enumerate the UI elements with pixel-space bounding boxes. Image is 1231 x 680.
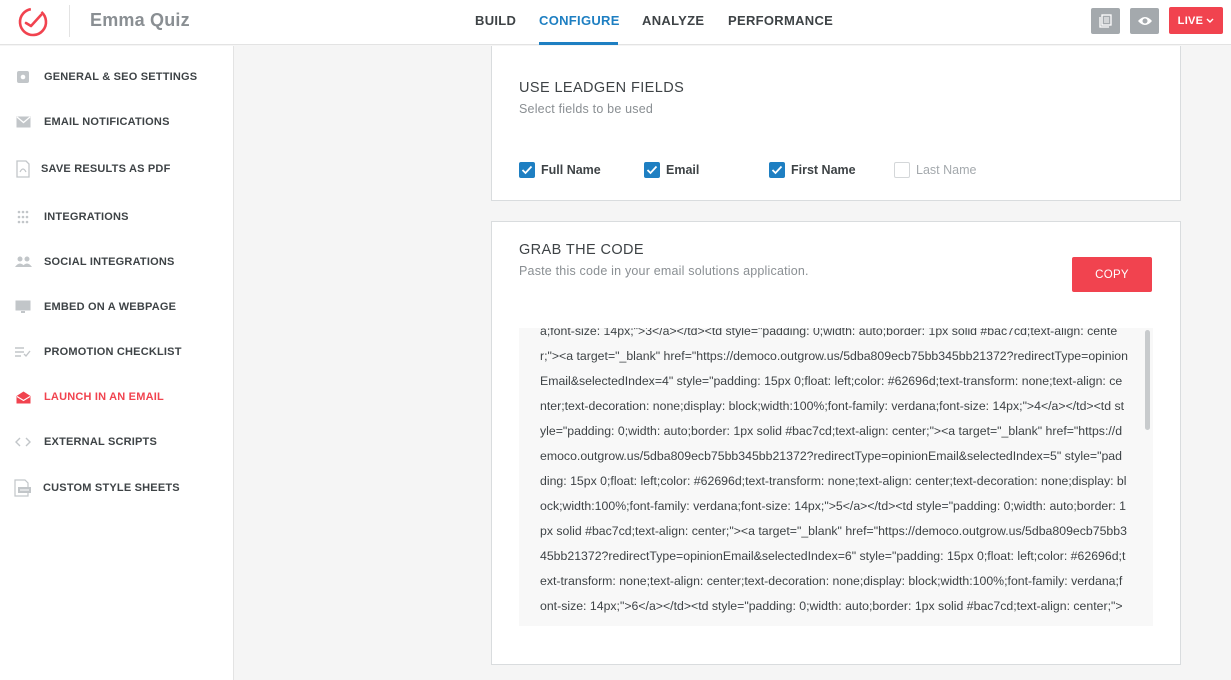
checkbox-unchecked-icon [894,162,910,178]
sidebar-item-label: SOCIAL INTEGRATIONS [44,256,175,268]
envelope-icon [14,113,32,131]
preview-button[interactable] [1130,8,1159,34]
leadgen-fields-card: USE LEADGEN FIELDS Select fields to be u… [491,46,1181,201]
sidebar-item-custom-style-sheets[interactable]: CUSTOM STYLE SHEETS [0,468,233,508]
checkbox-full-name[interactable]: Full Name [519,162,601,178]
sidebar-item-general-seo[interactable]: GENERAL & SEO SETTINGS [0,57,233,97]
grid-dots-icon [14,208,32,226]
people-icon [14,253,32,271]
leadgen-subtitle: Select fields to be used [519,102,654,116]
sidebar-item-label: GENERAL & SEO SETTINGS [44,71,198,83]
outgrow-logo-icon[interactable] [17,5,49,37]
checkbox-checked-icon [769,162,785,178]
checkbox-first-name[interactable]: First Name [769,162,856,178]
sidebar-item-email-notifications[interactable]: EMAIL NOTIFICATIONS [0,102,233,142]
sidebar-item-label: EXTERNAL SCRIPTS [44,436,158,448]
chevron-down-icon [1206,18,1214,23]
pdf-icon [14,160,32,178]
sidebar-item-label: PROMOTION CHECKLIST [44,346,182,358]
checkbox-last-name[interactable]: Last Name [894,162,976,178]
checkbox-label: Email [666,163,700,177]
code-snippet: a;font-size: 14px;">3</a></td><td style=… [540,328,1128,626]
active-tab-indicator [539,42,618,45]
sidebar-item-promotion-checklist[interactable]: PROMOTION CHECKLIST [0,332,233,372]
tab-build[interactable]: BUILD [475,13,516,28]
sidebar: GENERAL & SEO SETTINGS EMAIL NOTIFICATIO… [0,46,234,680]
sidebar-item-label: LAUNCH IN AN EMAIL [44,391,164,403]
checkbox-checked-icon [519,162,535,178]
code-subtitle: Paste this code in your email solutions … [519,264,809,278]
grab-code-card: GRAB THE CODE Paste this code in your em… [491,221,1181,665]
open-envelope-icon [14,388,32,406]
sidebar-item-embed-webpage[interactable]: EMBED ON A WEBPAGE [0,287,233,327]
sidebar-item-social-integrations[interactable]: SOCIAL INTEGRATIONS [0,242,233,282]
app-title: Emma Quiz [90,10,190,30]
sidebar-item-integrations[interactable]: INTEGRATIONS [0,197,233,237]
css-file-icon [14,479,32,497]
code-snippet-box[interactable]: a;font-size: 14px;">3</a></td><td style=… [519,328,1153,626]
checkbox-checked-icon [644,162,660,178]
sidebar-item-label: CUSTOM STYLE SHEETS [43,482,180,494]
pages-button[interactable] [1091,8,1120,34]
tab-performance[interactable]: PERFORMANCE [728,13,833,28]
sidebar-item-label: EMBED ON A WEBPAGE [44,301,177,313]
code-scrollbar[interactable] [1145,330,1150,430]
live-label: LIVE [1177,14,1204,27]
settings-icon [14,68,32,86]
sidebar-item-save-pdf[interactable]: SAVE RESULTS AS PDF [0,149,233,189]
code-icon [14,433,32,451]
pages-icon [1098,14,1112,28]
code-title: GRAB THE CODE [519,242,644,258]
checkbox-label: Full Name [541,163,601,177]
checkbox-label: Last Name [916,163,977,177]
monitor-icon [14,298,32,316]
tab-analyze[interactable]: ANALYZE [642,13,704,28]
leadgen-title: USE LEADGEN FIELDS [519,80,685,96]
checkbox-email[interactable]: Email [644,162,699,178]
checklist-icon [14,343,32,361]
copy-button[interactable]: COPY [1072,257,1152,292]
tab-configure[interactable]: CONFIGURE [539,13,620,28]
live-button[interactable]: LIVE [1169,7,1223,34]
eye-icon [1137,17,1152,25]
sidebar-item-external-scripts[interactable]: EXTERNAL SCRIPTS [0,422,233,462]
top-bar: Emma Quiz BUILD CONFIGURE ANALYZE PERFOR… [0,0,1231,45]
brand-divider [69,5,70,37]
sidebar-item-label: SAVE RESULTS AS PDF [41,163,171,175]
checkbox-label: First Name [791,163,856,177]
sidebar-item-label: INTEGRATIONS [44,211,129,223]
sidebar-item-label: EMAIL NOTIFICATIONS [44,116,170,128]
sidebar-item-launch-email[interactable]: LAUNCH IN AN EMAIL [0,377,233,417]
